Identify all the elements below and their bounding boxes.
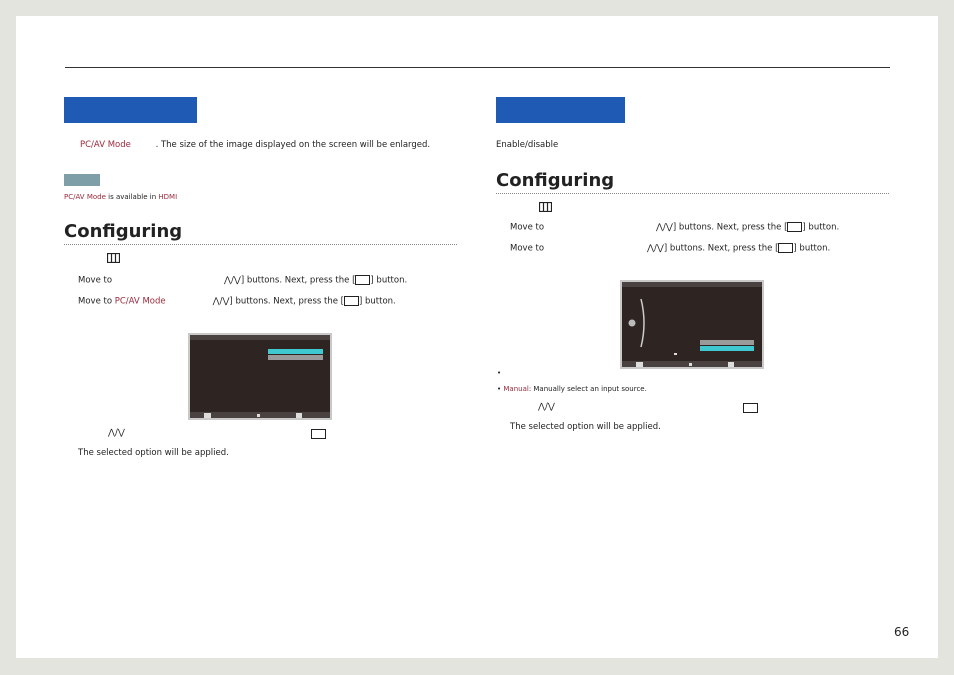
right-bullet-manual-label: Manual [503, 385, 529, 393]
left-note: PC/AV Mode is available in HDMI [64, 192, 177, 202]
enter-icon [778, 243, 794, 253]
left-step3-pre: Move to [78, 296, 115, 307]
osd-menu-icon [204, 413, 211, 418]
right-step3-end: ] button. [793, 243, 831, 254]
updown-icon: ⋀/⋁ [224, 275, 241, 286]
osd-updown-icon [689, 363, 692, 366]
left-note-mid: is available in [105, 193, 159, 201]
left-step2-pre: Move to [78, 275, 113, 286]
osd-menu-icon [636, 362, 643, 367]
osd-enter-icon [728, 362, 734, 367]
left-step3-mode: PC/AV Mode [114, 296, 166, 307]
osd-bottom-band [622, 361, 762, 367]
left-step3: Move to PC/AV Mode ⋀/⋁] buttons. Next, pr… [78, 296, 396, 308]
osd-top-band [622, 282, 762, 287]
enter-icon [743, 403, 758, 413]
right-step3: Move to ⋀/⋁] buttons. Next, press the [ ] … [510, 243, 830, 255]
note-tab [64, 174, 100, 186]
left-step2-end: ] button. [370, 275, 408, 286]
left-note-hdmi: HDMI [158, 193, 178, 201]
bullet: • [497, 385, 502, 393]
top-rule [65, 67, 890, 68]
osd-dial-icon [628, 298, 645, 348]
left-step2: Move to ⋀/⋁] buttons. Next, press the [ ] … [78, 275, 407, 287]
osd-selected-option [700, 346, 754, 351]
right-osd-screenshot [620, 280, 764, 369]
right-bullet-manual: • Manual: Manually select an input sourc… [497, 384, 647, 394]
osd-option [700, 340, 754, 345]
left-heading: Configuring [64, 221, 457, 245]
updown-icon: ⋀/⋁ [656, 222, 673, 233]
left-applied: The selected option will be applied. [78, 448, 229, 458]
right-step3-pre: Move to [510, 243, 545, 254]
right-step2-post: ] buttons. Next, press the [ [672, 222, 788, 233]
right-step4: ⋀/⋁ [538, 402, 555, 413]
right-section-bar [496, 97, 625, 123]
osd-top-band [190, 335, 330, 340]
left-intro-text: . The size of the image displayed on the… [155, 140, 431, 150]
left-intro: PC/AV Mode . The size of the image displ… [80, 140, 430, 151]
left-intro-mode: PC/AV Mode [80, 140, 131, 150]
left-osd-screenshot [188, 333, 332, 420]
osd-dot [674, 353, 677, 355]
menu-icon [107, 253, 120, 263]
enter-icon [355, 275, 371, 285]
left-section-bar [64, 97, 197, 123]
updown-icon: ⋀/⋁ [647, 243, 664, 254]
enter-icon [343, 296, 359, 306]
right-bullet-empty: • [497, 369, 502, 377]
osd-bottom-band [190, 412, 330, 418]
enter-icon [787, 222, 803, 232]
updown-icon: ⋀/⋁ [538, 402, 555, 412]
right-step2-pre: Move to [510, 222, 545, 233]
page-number: 66 [894, 625, 910, 639]
manual-page: PC/AV Mode . The size of the image displ… [16, 16, 938, 658]
left-step3-end: ] button. [358, 296, 396, 307]
right-step2-end: ] button. [802, 222, 840, 233]
right-step2: Move to ⋀/⋁] buttons. Next, press the [ ] … [510, 222, 839, 234]
enter-icon [311, 429, 326, 439]
left-step3-post: ] buttons. Next, press the [ [229, 296, 344, 307]
left-step2-post: ] buttons. Next, press the [ [240, 275, 356, 286]
osd-option [268, 355, 323, 360]
osd-selected-option [268, 349, 323, 354]
updown-icon: ⋀/⋁ [212, 296, 230, 307]
right-heading: Configuring [496, 170, 889, 194]
osd-enter-icon [296, 413, 302, 418]
right-intro: Enable/disable [496, 140, 559, 150]
osd-updown-icon [257, 414, 260, 417]
updown-icon: ⋀/⋁ [108, 428, 125, 438]
right-applied: The selected option will be applied. [510, 422, 661, 432]
left-note-mode: PC/AV Mode [64, 193, 106, 201]
right-step3-post: ] buttons. Next, press the [ [663, 243, 779, 254]
menu-icon [539, 202, 552, 212]
right-bullet-manual-text: : Manually select an input source. [528, 385, 647, 393]
left-step4: ⋀/⋁ [108, 428, 125, 439]
